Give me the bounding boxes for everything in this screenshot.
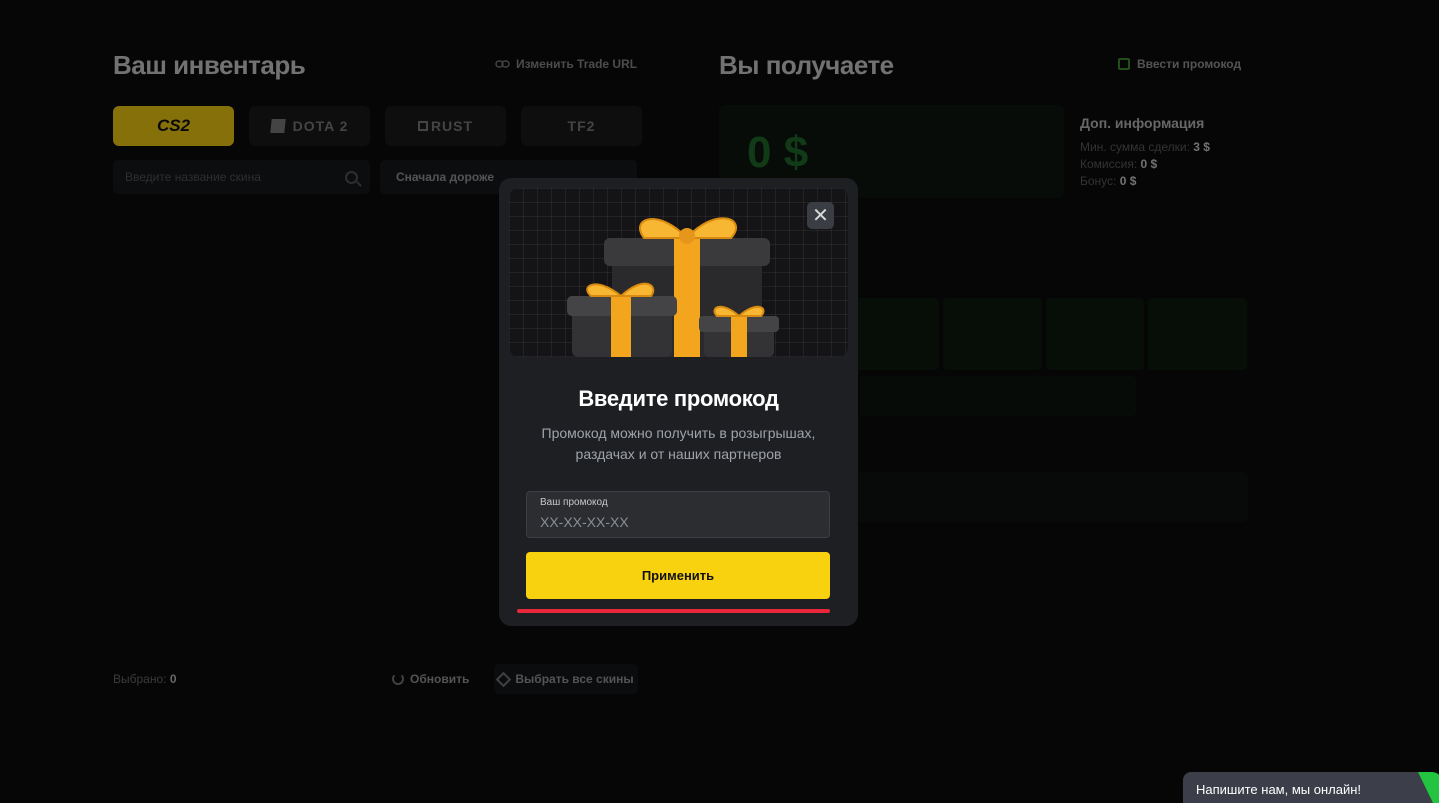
error-indicator-bar — [517, 609, 830, 613]
promo-code-label: Ваш промокод — [540, 497, 608, 508]
promo-code-field[interactable]: Ваш промокод — [526, 491, 830, 538]
gift-boxes-icon — [567, 217, 779, 357]
promo-modal: Введите промокод Промокод можно получить… — [499, 178, 858, 626]
modal-title: Введите промокод — [578, 386, 779, 411]
promo-code-input[interactable] — [540, 512, 820, 532]
page: Ваш инвентарь Изменить Trade URL CS2 DOT… — [0, 0, 1439, 803]
gift-boxes-illustration — [509, 188, 848, 357]
close-icon: ✕ — [812, 204, 829, 227]
chat-widget-label: Напишите нам, мы онлайн! — [1196, 782, 1362, 797]
close-button[interactable]: ✕ — [807, 202, 834, 229]
modal-subtitle: Промокод можно получить в розыгрышах, ра… — [541, 425, 816, 462]
chat-widget[interactable]: Напишите нам, мы онлайн! — [1183, 772, 1439, 803]
apply-button[interactable]: Применить — [526, 552, 830, 599]
